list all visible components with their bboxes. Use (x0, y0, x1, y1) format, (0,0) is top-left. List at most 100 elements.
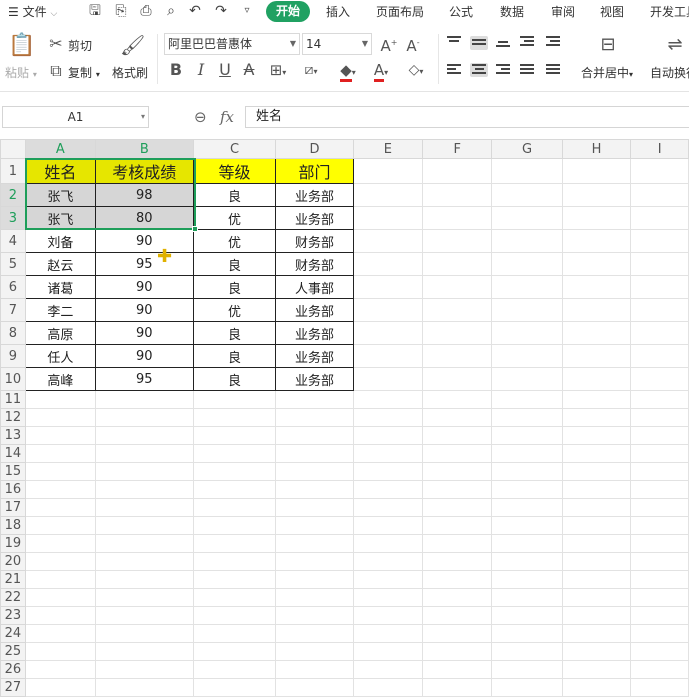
cell-e11[interactable] (352, 390, 424, 409)
cell-c22[interactable] (192, 588, 277, 607)
cell-h11[interactable] (561, 390, 632, 409)
save-icon[interactable]: 🖫 (87, 3, 103, 19)
row-header-3[interactable]: 3 (0, 206, 26, 230)
cell-b2[interactable]: 98 (95, 183, 194, 207)
cell-a7[interactable]: 李二 (24, 298, 97, 322)
auto-wrap-icon[interactable]: ⇌ (664, 36, 686, 54)
redo-icon[interactable]: ↷ (213, 3, 229, 19)
print-icon[interactable]: ⎙ (138, 3, 154, 19)
cell-i10[interactable] (630, 367, 689, 391)
format-painter-icon[interactable]: 🖌 (120, 34, 145, 56)
cell-d6[interactable]: 人事部 (275, 275, 354, 299)
cell-e21[interactable] (352, 570, 424, 589)
cell-d25[interactable] (275, 642, 354, 661)
cell-e25[interactable] (352, 642, 424, 661)
cell-h1[interactable] (561, 158, 632, 184)
cell-a5[interactable]: 赵云 (24, 252, 97, 276)
cell-h24[interactable] (561, 624, 632, 643)
row-header-8[interactable]: 8 (0, 321, 26, 345)
cell-e26[interactable] (352, 660, 424, 679)
row-header-26[interactable]: 26 (0, 660, 26, 679)
cell-b21[interactable] (95, 570, 194, 589)
cell-d19[interactable] (275, 534, 354, 553)
cell-g22[interactable] (491, 588, 563, 607)
cell-f26[interactable] (422, 660, 493, 679)
cell-e18[interactable] (352, 516, 424, 535)
cell-i15[interactable] (630, 462, 689, 481)
cell-a22[interactable] (24, 588, 97, 607)
cell-d24[interactable] (275, 624, 354, 643)
cell-a20[interactable] (24, 552, 97, 571)
underline-icon[interactable]: U (217, 61, 233, 79)
cell-b25[interactable] (95, 642, 194, 661)
cell-g23[interactable] (491, 606, 563, 625)
cell-g4[interactable] (491, 229, 563, 253)
cell-d26[interactable] (275, 660, 354, 679)
fill-color-icon[interactable]: ◆▾ (335, 61, 361, 82)
row-header-23[interactable]: 23 (0, 606, 26, 625)
tab-page-layout[interactable]: 页面布局 (376, 3, 424, 20)
cell-a2[interactable]: 张飞 (24, 183, 97, 207)
tab-insert[interactable]: 插入 (326, 3, 350, 20)
column-header-g[interactable]: G (491, 139, 563, 159)
cell-b11[interactable] (95, 390, 194, 409)
cell-f13[interactable] (422, 426, 493, 445)
cell-b26[interactable] (95, 660, 194, 679)
cell-h7[interactable] (561, 298, 632, 322)
row-header-18[interactable]: 18 (0, 516, 26, 535)
cell-g5[interactable] (491, 252, 563, 276)
print-preview-icon[interactable]: ⌕ (163, 3, 179, 19)
cell-d17[interactable] (275, 498, 354, 517)
cell-i24[interactable] (630, 624, 689, 643)
cell-h9[interactable] (561, 344, 632, 368)
align-right-icon[interactable] (496, 64, 514, 78)
row-header-9[interactable]: 9 (0, 344, 26, 368)
copy-button[interactable]: 复制 ▾ (68, 64, 100, 81)
row-header-22[interactable]: 22 (0, 588, 26, 607)
cell-b18[interactable] (95, 516, 194, 535)
cell-d21[interactable] (275, 570, 354, 589)
tab-start[interactable]: 开始 (266, 1, 310, 22)
cell-b9[interactable]: 90 (95, 344, 194, 368)
cell-e3[interactable] (352, 206, 424, 230)
undo-icon[interactable]: ↶ (187, 3, 203, 19)
header-cell-a[interactable]: 姓名 (24, 158, 97, 184)
decrease-font-icon[interactable]: A- (404, 34, 422, 55)
cell-f25[interactable] (422, 642, 493, 661)
font-color-icon[interactable]: A▾ (368, 61, 394, 82)
cell-b22[interactable] (95, 588, 194, 607)
increase-font-icon[interactable]: A+ (380, 34, 398, 55)
cell-b8[interactable]: 90 (95, 321, 194, 345)
row-header-24[interactable]: 24 (0, 624, 26, 643)
cell-e12[interactable] (352, 408, 424, 427)
header-cell-d[interactable]: 部门 (275, 158, 354, 184)
file-menu[interactable]: ☰ 文件 ⌵ (8, 3, 57, 20)
cell-d23[interactable] (275, 606, 354, 625)
tab-view[interactable]: 视图 (600, 3, 624, 20)
cell-a14[interactable] (24, 444, 97, 463)
cell-g18[interactable] (491, 516, 563, 535)
cell-f8[interactable] (422, 321, 493, 345)
cell-h18[interactable] (561, 516, 632, 535)
cell-a6[interactable]: 诸葛 (24, 275, 97, 299)
cell-f5[interactable] (422, 252, 493, 276)
cell-e2[interactable] (352, 183, 424, 207)
cell-d12[interactable] (275, 408, 354, 427)
cell-g26[interactable] (491, 660, 563, 679)
row-header-15[interactable]: 15 (0, 462, 26, 481)
paste-button[interactable]: 粘贴 ▾ (5, 64, 37, 81)
cell-a4[interactable]: 刘备 (24, 229, 97, 253)
cell-g24[interactable] (491, 624, 563, 643)
cell-f27[interactable] (422, 678, 493, 697)
cell-b3[interactable]: 80 (95, 206, 194, 230)
export-pdf-icon[interactable]: ⎘ (113, 3, 129, 19)
row-header-1[interactable]: 1 (0, 158, 26, 184)
column-header-a[interactable]: A (24, 139, 97, 159)
cell-i7[interactable] (630, 298, 689, 322)
cell-i12[interactable] (630, 408, 689, 427)
auto-wrap-button[interactable]: 自动换行 (650, 64, 689, 81)
cell-h27[interactable] (561, 678, 632, 697)
cell-e9[interactable] (352, 344, 424, 368)
cell-a3[interactable]: 张飞 (24, 206, 97, 230)
cell-g2[interactable] (491, 183, 563, 207)
